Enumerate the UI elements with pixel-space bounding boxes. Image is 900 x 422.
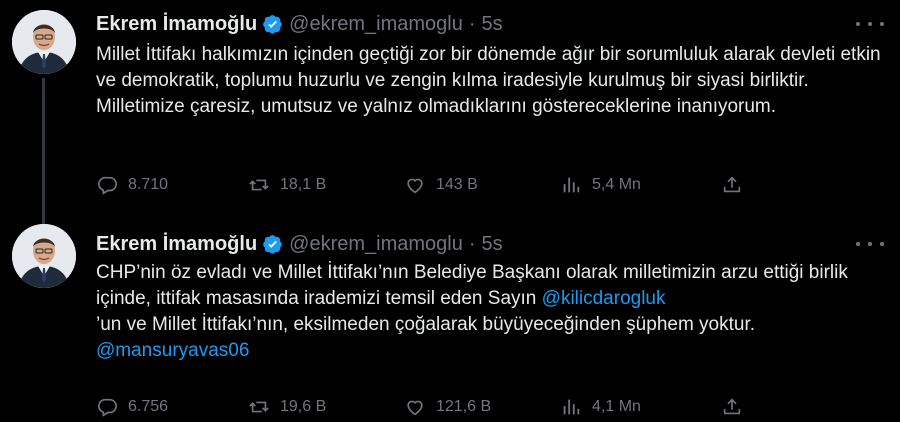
- tweet-text-part2: ’un ve Millet İttifakı’nın, eksilmeden ç…: [96, 314, 756, 335]
- mention-link[interactable]: @mansuryavas06: [96, 340, 249, 361]
- like-count: 121,6 B: [436, 398, 492, 415]
- reply-count: 6.756: [128, 398, 169, 415]
- like-icon: [407, 178, 423, 194]
- reply-button[interactable]: 8.710: [96, 170, 168, 200]
- mention-link[interactable]: @kilicdarogluk: [542, 288, 666, 309]
- like-count: 143 B: [436, 176, 478, 193]
- retweet-icon: [249, 179, 269, 191]
- avatar[interactable]: [12, 10, 76, 74]
- avatar[interactable]: [12, 224, 76, 288]
- verified-badge-icon: [263, 15, 282, 34]
- reply-count: 8.710: [128, 176, 169, 193]
- like-button[interactable]: 121,6 B: [404, 392, 491, 422]
- more-icon[interactable]: [854, 234, 886, 254]
- views-icon: [563, 399, 580, 415]
- share-button[interactable]: [721, 392, 743, 422]
- views-icon: [563, 177, 580, 193]
- retweet-icon: [249, 401, 269, 413]
- reply-button[interactable]: 6.756: [96, 392, 168, 422]
- tweet-2[interactable]: Ekrem İmamoğlu @ekrem_imamoglu · 5s CHP’…: [0, 212, 900, 422]
- reply-icon: [98, 176, 117, 195]
- views-button[interactable]: 4,1 Mn: [560, 392, 641, 422]
- verified-badge-icon: [263, 235, 282, 254]
- like-icon: [407, 400, 423, 416]
- more-icon[interactable]: [854, 14, 886, 34]
- thread-line: [42, 78, 45, 224]
- author-handle[interactable]: @ekrem_imamoglu: [289, 13, 463, 36]
- share-icon: [723, 176, 741, 193]
- tweet-1[interactable]: Ekrem İmamoğlu @ekrem_imamoglu · 5s Mill…: [0, 0, 900, 224]
- tweet-text: Millet İttifakı halkımızın içinden geçti…: [96, 44, 881, 117]
- views-count: 5,4 Mn: [592, 176, 641, 193]
- timestamp[interactable]: 5s: [482, 13, 503, 36]
- retweet-button[interactable]: 19,6 B: [248, 392, 326, 422]
- retweet-button[interactable]: 18,1 B: [248, 170, 326, 200]
- like-button[interactable]: 143 B: [404, 170, 478, 200]
- author-name[interactable]: Ekrem İmamoğlu: [96, 233, 257, 256]
- tweet-text: CHP’nin öz evladı ve Millet İttifakı’nın…: [96, 260, 886, 364]
- tweet-header: Ekrem İmamoğlu @ekrem_imamoglu · 5s: [96, 12, 503, 36]
- views-count: 4,1 Mn: [592, 398, 641, 415]
- separator-dot: ·: [468, 232, 476, 255]
- share-button[interactable]: [721, 170, 743, 200]
- tweet-actions: 8.710 18,1 B 143 B 5,4 Mn: [96, 170, 796, 200]
- reply-icon: [98, 398, 117, 417]
- retweet-count: 19,6 B: [280, 398, 327, 415]
- separator-dot: ·: [468, 12, 476, 35]
- tweet-header: Ekrem İmamoğlu @ekrem_imamoglu · 5s: [96, 232, 503, 256]
- tweet-text-part1: CHP’nin öz evladı ve Millet İttifakı’nın…: [96, 262, 848, 309]
- tweet-actions: 6.756 19,6 B 121,6 B 4,1 Mn: [96, 392, 796, 422]
- share-icon: [723, 398, 741, 415]
- retweet-count: 18,1 B: [280, 176, 327, 193]
- timestamp[interactable]: 5s: [482, 233, 503, 256]
- author-handle[interactable]: @ekrem_imamoglu: [289, 233, 463, 256]
- views-button[interactable]: 5,4 Mn: [560, 170, 641, 200]
- author-name[interactable]: Ekrem İmamoğlu: [96, 13, 257, 36]
